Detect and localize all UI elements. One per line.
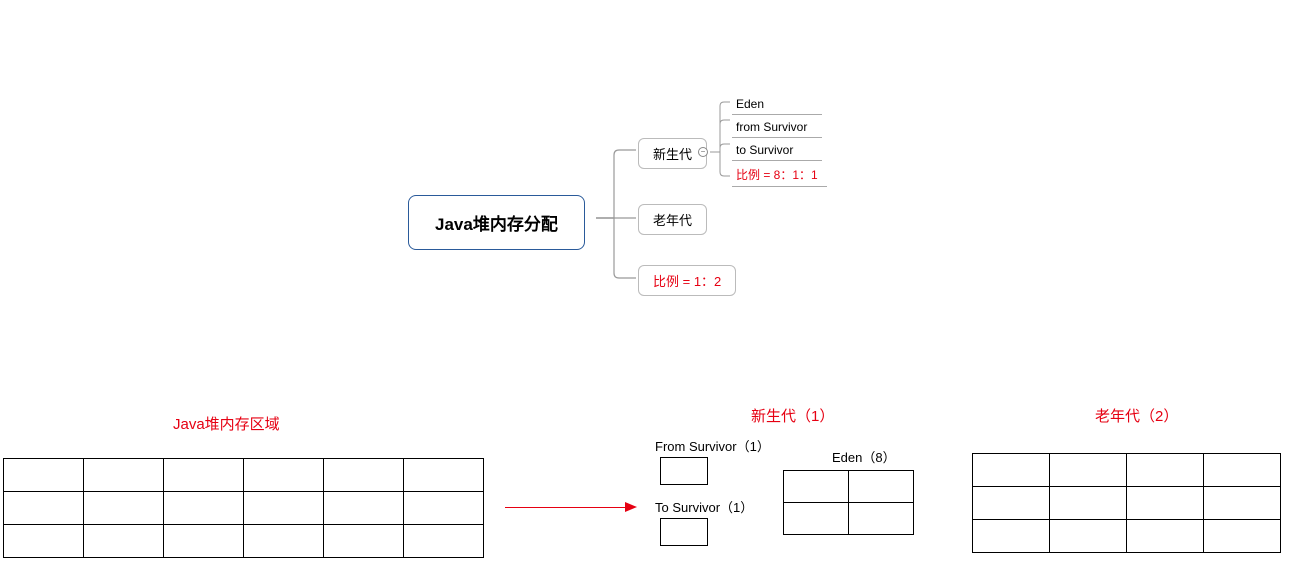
leaf-from-survivor: from Survivor xyxy=(732,117,822,138)
eden-grid xyxy=(783,470,914,535)
box-to-survivor xyxy=(660,518,708,546)
label-from-survivor: From Survivor（1） xyxy=(655,436,770,455)
mindmap-old: 老年代 xyxy=(638,204,707,235)
mindmap-young: 新生代 xyxy=(638,138,707,169)
old-gen-grid xyxy=(972,453,1281,553)
arrow-head-icon xyxy=(625,502,637,512)
heap-grid xyxy=(3,458,484,558)
label-eden: Eden（8） xyxy=(832,447,896,466)
mindmap-ratio-1-2: 比例 = 1：2 xyxy=(638,265,736,296)
arrow-line xyxy=(505,507,628,508)
box-from-survivor xyxy=(660,457,708,485)
title-old-gen: 老年代（2） xyxy=(1095,405,1178,426)
label-to-survivor: To Survivor（1） xyxy=(655,497,753,516)
title-heap-region: Java堆内存区域 xyxy=(173,413,280,434)
mindmap-root: Java堆内存分配 xyxy=(408,195,585,250)
toggle-young[interactable]: − xyxy=(698,147,708,157)
leaf-to-survivor: to Survivor xyxy=(732,140,822,161)
title-young-gen: 新生代（1） xyxy=(751,405,834,426)
leaf-ratio-8-1-1: 比例 = 8：1：1 xyxy=(732,163,827,187)
leaf-eden: Eden xyxy=(732,94,822,115)
